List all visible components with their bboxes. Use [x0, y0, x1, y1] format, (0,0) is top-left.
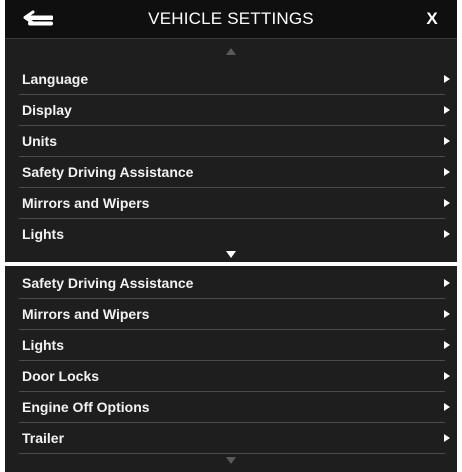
chevron-right-icon	[444, 279, 450, 287]
menu-item-units[interactable]: Units	[5, 126, 457, 157]
menu-item-label: Mirrors and Wipers	[22, 195, 150, 211]
menu-item-safety-driving-assistance[interactable]: Safety Driving Assistance	[5, 268, 457, 299]
menu-item-language[interactable]: Language	[5, 64, 457, 95]
menu-item-label: Lights	[22, 226, 64, 242]
menu-item-mirrors-and-wipers[interactable]: Mirrors and Wipers	[5, 188, 457, 219]
menu-item-lights[interactable]: Lights	[5, 330, 457, 361]
menu-item-label: Safety Driving Assistance	[22, 164, 194, 180]
menu-item-mirrors-and-wipers[interactable]: Mirrors and Wipers	[5, 299, 457, 330]
menu-item-label: Trailer	[22, 430, 65, 446]
menu-item-trailer[interactable]: Trailer	[5, 423, 457, 454]
settings-screen-bottom: Safety Driving Assistance Mirrors and Wi…	[5, 266, 457, 472]
menu-item-label: Language	[22, 71, 89, 87]
chevron-right-icon	[444, 137, 450, 145]
chevron-right-icon	[444, 403, 450, 411]
chevron-right-icon	[444, 199, 450, 207]
menu-item-label: Lights	[22, 337, 64, 353]
chevron-right-icon	[444, 434, 450, 442]
chevron-right-icon	[444, 230, 450, 238]
menu-item-label: Units	[22, 133, 57, 149]
settings-screen-top: VEHICLE SETTINGS X Language Display Unit…	[5, 0, 457, 262]
menu-list-top: Language Display Units Safety Driving As…	[5, 64, 457, 250]
chevron-right-icon	[444, 106, 450, 114]
menu-item-engine-off-options[interactable]: Engine Off Options	[5, 392, 457, 423]
menu-item-label: Display	[22, 102, 72, 118]
chevron-right-icon	[444, 75, 450, 83]
scroll-up-arrow-icon[interactable]	[225, 46, 237, 56]
chevron-right-icon	[444, 310, 450, 318]
header-bar: VEHICLE SETTINGS X	[5, 0, 457, 39]
chevron-right-icon	[444, 372, 450, 380]
menu-item-label: Mirrors and Wipers	[22, 306, 150, 322]
menu-item-label: Safety Driving Assistance	[22, 275, 194, 291]
scroll-down-arrow-icon[interactable]	[225, 250, 237, 260]
menu-item-label: Door Locks	[22, 368, 100, 384]
menu-item-safety-driving-assistance[interactable]: Safety Driving Assistance	[5, 157, 457, 188]
chevron-right-icon	[444, 341, 450, 349]
menu-item-display[interactable]: Display	[5, 95, 457, 126]
chevron-right-icon	[444, 168, 450, 176]
scroll-down-arrow-icon[interactable]	[225, 456, 237, 466]
menu-item-lights[interactable]: Lights	[5, 219, 457, 250]
menu-item-label: Engine Off Options	[22, 399, 150, 415]
menu-list-bottom: Safety Driving Assistance Mirrors and Wi…	[5, 268, 457, 454]
menu-item-door-locks[interactable]: Door Locks	[5, 361, 457, 392]
page-title: VEHICLE SETTINGS	[148, 9, 314, 28]
divider	[19, 453, 445, 454]
close-button[interactable]: X	[419, 8, 445, 30]
